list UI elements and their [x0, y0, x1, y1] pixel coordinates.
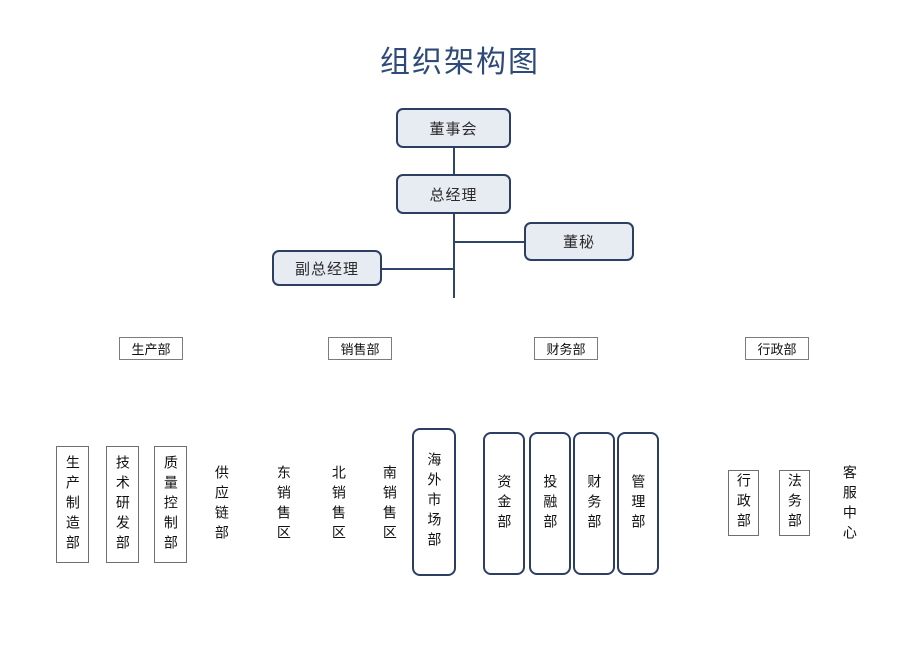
unit-admin-customer-service[interactable]: 客服中心 [833, 452, 866, 557]
unit-label: 管理部 [630, 473, 647, 534]
node-general-manager-label: 总经理 [429, 186, 478, 204]
node-board[interactable]: 董事会 [396, 108, 511, 148]
connector-to-deputy-gm [381, 268, 454, 270]
dept-chip-finance[interactable]: 财务部 [534, 337, 598, 360]
unit-finance-investment[interactable]: 投融部 [529, 432, 571, 575]
node-deputy-gm-label: 副总经理 [294, 260, 359, 278]
unit-production-rnd[interactable]: 技术研发部 [106, 446, 139, 563]
page-title: 组织架构图 [380, 46, 540, 79]
unit-sales-south[interactable]: 南销售区 [373, 459, 406, 551]
node-general-manager[interactable]: 总经理 [396, 174, 511, 214]
dept-chip-administration[interactable]: 行政部 [745, 337, 809, 360]
unit-finance-management[interactable]: 管理部 [617, 432, 659, 575]
unit-production-manufacturing[interactable]: 生产制造部 [56, 446, 89, 563]
node-deputy-general-manager[interactable]: 副总经理 [272, 250, 382, 286]
dept-chip-production-label: 生产部 [131, 342, 171, 357]
unit-admin-administration[interactable]: 行政部 [728, 470, 759, 536]
unit-production-supply-chain[interactable]: 供应链部 [205, 452, 238, 557]
unit-label: 质量控制部 [162, 454, 179, 555]
connector-to-board-secretary [453, 241, 525, 243]
unit-sales-east[interactable]: 东销售区 [267, 459, 300, 551]
unit-label: 行政部 [735, 473, 752, 533]
unit-production-quality[interactable]: 质量控制部 [154, 446, 187, 563]
unit-label: 技术研发部 [114, 454, 131, 555]
unit-label: 投融部 [542, 473, 559, 534]
dept-chip-sales-label: 销售部 [340, 342, 380, 357]
org-chart-canvas: 组织架构图 董事会 总经理 董秘 副总经理 生产部 销售部 财务部 行政部 生产… [0, 0, 920, 651]
unit-admin-legal[interactable]: 法务部 [779, 470, 810, 536]
node-board-label: 董事会 [429, 120, 478, 138]
unit-label: 东销售区 [275, 465, 292, 545]
unit-label: 客服中心 [841, 464, 858, 545]
dept-chip-administration-label: 行政部 [757, 342, 797, 357]
unit-finance-accounting[interactable]: 财务部 [573, 432, 615, 575]
node-board-secretary-label: 董秘 [562, 234, 595, 251]
unit-label: 生产制造部 [64, 454, 81, 555]
dept-chip-finance-label: 财务部 [546, 342, 586, 357]
unit-label: 供应链部 [213, 464, 230, 545]
connector-trunk-vertical [453, 148, 455, 298]
unit-label: 北销售区 [330, 465, 347, 545]
unit-label: 南销售区 [381, 465, 398, 545]
unit-finance-funds[interactable]: 资金部 [483, 432, 525, 575]
unit-label: 海外市场部 [426, 452, 443, 552]
unit-label: 资金部 [496, 473, 513, 534]
unit-label: 法务部 [786, 473, 803, 533]
unit-sales-overseas-market[interactable]: 海外市场部 [412, 428, 456, 576]
unit-sales-north[interactable]: 北销售区 [322, 459, 355, 551]
node-board-secretary[interactable]: 董秘 [524, 222, 634, 261]
dept-chip-production[interactable]: 生产部 [119, 337, 183, 360]
unit-label: 财务部 [586, 473, 603, 534]
dept-chip-sales[interactable]: 销售部 [328, 337, 392, 360]
